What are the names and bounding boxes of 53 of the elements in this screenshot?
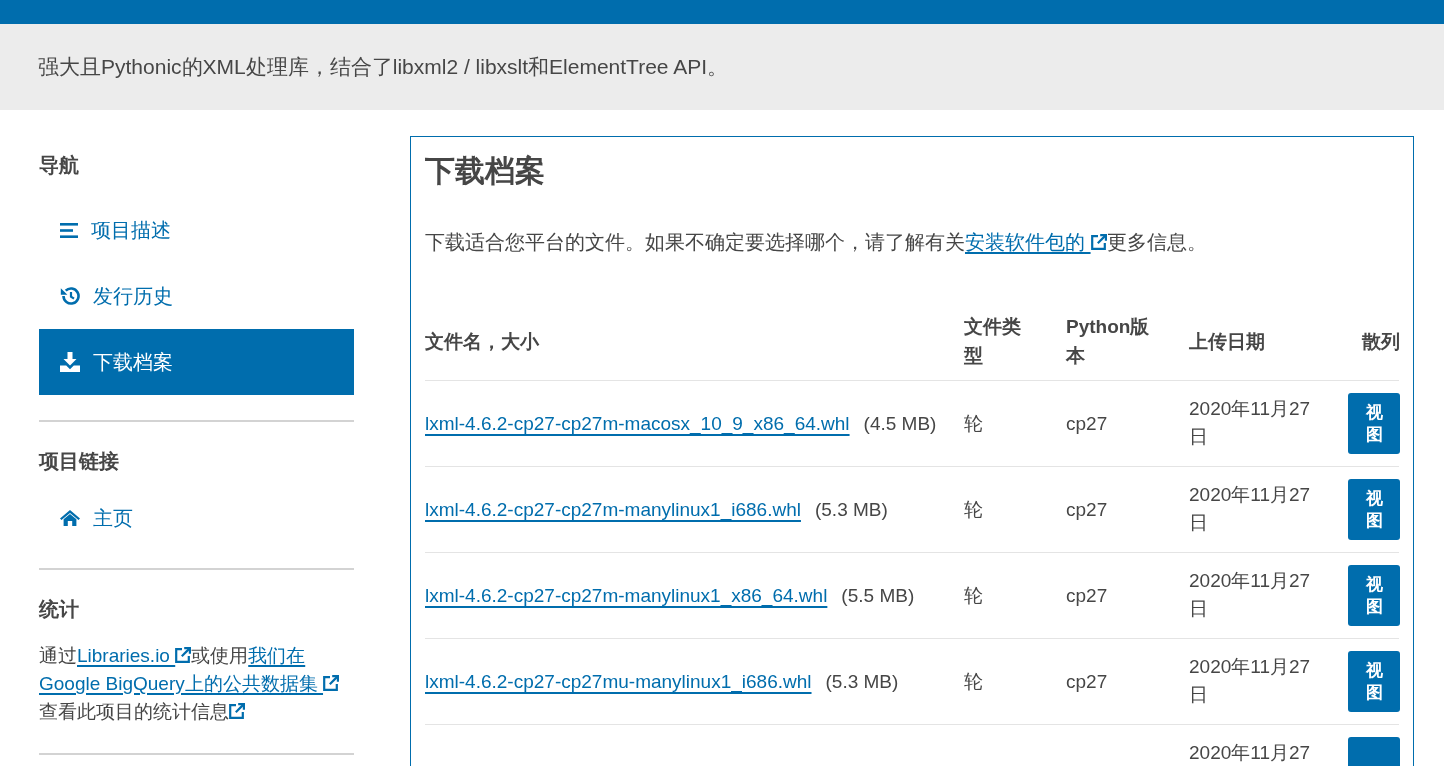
view-hashes-button[interactable]: 视图 [1348,651,1400,712]
file-type: 轮 [964,670,983,692]
column-header: 文件类型 [964,315,1022,368]
upload-date: 2020年11月27 [1189,742,1311,763]
external-link-icon [175,647,192,663]
upload-date: 2020年11月27日 [1189,398,1311,447]
homepage-link[interactable]: 主页 [39,485,354,551]
file-link[interactable]: lxml-4.6.2-cp27-cp27m-manylinux1_i686.whl [425,498,801,520]
history-icon [60,286,80,306]
external-link-icon [1090,234,1107,250]
intro-text: 下载适合您平台的文件。如果不确定要选择哪个，请了解有关安装软件包的 更多信息。 [425,228,1399,256]
file-link[interactable]: lxml-4.6.2-cp27-cp27m-macosx_10_9_x86_64.whl [425,412,850,434]
upload-date: 2020年11月27日 [1189,656,1311,705]
column-header: 文件名，大小 [425,329,540,354]
file-link[interactable]: lxml-4.6.2-cp27-cp27mu-manylinux1_i686.whl [425,670,812,692]
column-header: 散列 [1360,329,1400,354]
python-version: cp27 [1066,412,1108,434]
view-hashes-button[interactable]: 视图 [1348,479,1400,540]
file-size: (5.5 MB) [841,584,915,606]
file-link[interactable]: lxml-4.6.2-cp27-cp27m-manylinux1_x86_64.whl [425,584,828,606]
download-icon [60,352,80,372]
file-size: (5.3 MB) [814,498,888,520]
file-type: 轮 [964,412,983,434]
python-version: cp27 [1066,498,1108,520]
python-version: cp27 [1066,584,1108,606]
section-heading: 导航 [39,153,80,178]
external-link-icon [229,703,245,719]
section-heading: 统计 [39,597,80,622]
upload-date: 2020年11月27日 [1189,484,1311,533]
nav-item[interactable]: 下载档案 [39,329,354,395]
home-icon [60,510,80,526]
list-icon [60,222,78,238]
python-version: cp27 [1066,670,1108,692]
text-link[interactable]: 我们在 [248,642,306,670]
external-link[interactable]: Libraries.io [77,642,192,670]
upload-date: 2020年11月27日 [1189,570,1311,619]
statistics-text: 通过Libraries.io 或使用我们在 Google BigQuery上的公共数据集 查看此项目的统计信息 [39,642,354,726]
external-link[interactable]: 安装软件包的 [965,228,1107,256]
view-hashes-button[interactable]: 视图 [1348,565,1400,626]
section-heading: 项目链接 [39,449,120,474]
file-type: 轮 [964,584,983,606]
column-header: 上传日期 [1189,329,1266,354]
page-title: 下载档案 [425,153,546,189]
file-type: 轮 [964,498,983,520]
external-link[interactable]: Google BigQuery上的公共数据集 [39,670,340,698]
file-size: (4.5 MB) [863,412,937,434]
external-link-icon [323,675,340,691]
nav-item[interactable]: 项目描述 [39,197,354,263]
nav-item[interactable]: 发行历史 [39,263,354,329]
file-size: (5.3 MB) [825,670,899,692]
project-summary: 强大且Pythonic的XML处理库，结合了libxml2 / libxslt和ElementTree API。 [38,54,729,80]
view-hashes-button[interactable]: 视图 [1348,393,1400,454]
column-header: Python版本 [1066,315,1151,368]
